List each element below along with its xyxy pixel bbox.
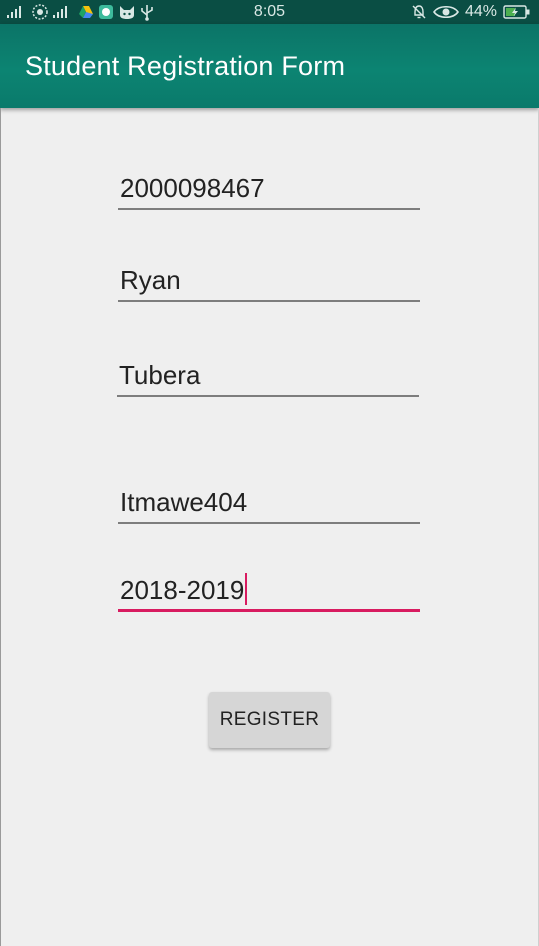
status-bar: 8:05 44% <box>0 0 539 24</box>
school-year-field[interactable]: 2018-2019 <box>118 572 420 612</box>
page-title: Student Registration Form <box>25 51 346 81</box>
course-value: Itmawe404 <box>120 487 248 517</box>
course-field[interactable]: Itmawe404 <box>118 484 420 524</box>
eye-icon <box>432 2 459 22</box>
last-name-field[interactable]: Tubera <box>117 357 419 397</box>
field-underline <box>118 522 420 524</box>
field-underline <box>118 208 420 210</box>
app-bar: Student Registration Form <box>0 24 539 108</box>
first-name-value: Ryan <box>120 265 181 295</box>
student-id-value: 2000098467 <box>120 173 265 203</box>
first-name-field[interactable]: Ryan <box>118 262 420 302</box>
field-underline <box>118 300 420 302</box>
register-button[interactable]: REGISTER <box>209 692 330 748</box>
field-underline-focused <box>118 609 420 612</box>
school-year-text: 2018-2019 <box>120 575 245 605</box>
battery-percent: 44% <box>464 3 497 20</box>
registration-form: 2000098467 Ryan Tubera Itmawe404 2018-20… <box>0 108 539 946</box>
text-cursor <box>245 573 248 605</box>
school-year-value: 2018-2019 <box>120 573 248 606</box>
status-icons-right: 44% <box>411 2 531 22</box>
field-underline <box>117 395 419 397</box>
student-id-field[interactable]: 2000098467 <box>118 170 420 210</box>
battery-charging-icon <box>503 2 531 22</box>
mute-icon <box>411 2 427 22</box>
last-name-value: Tubera <box>119 360 201 390</box>
